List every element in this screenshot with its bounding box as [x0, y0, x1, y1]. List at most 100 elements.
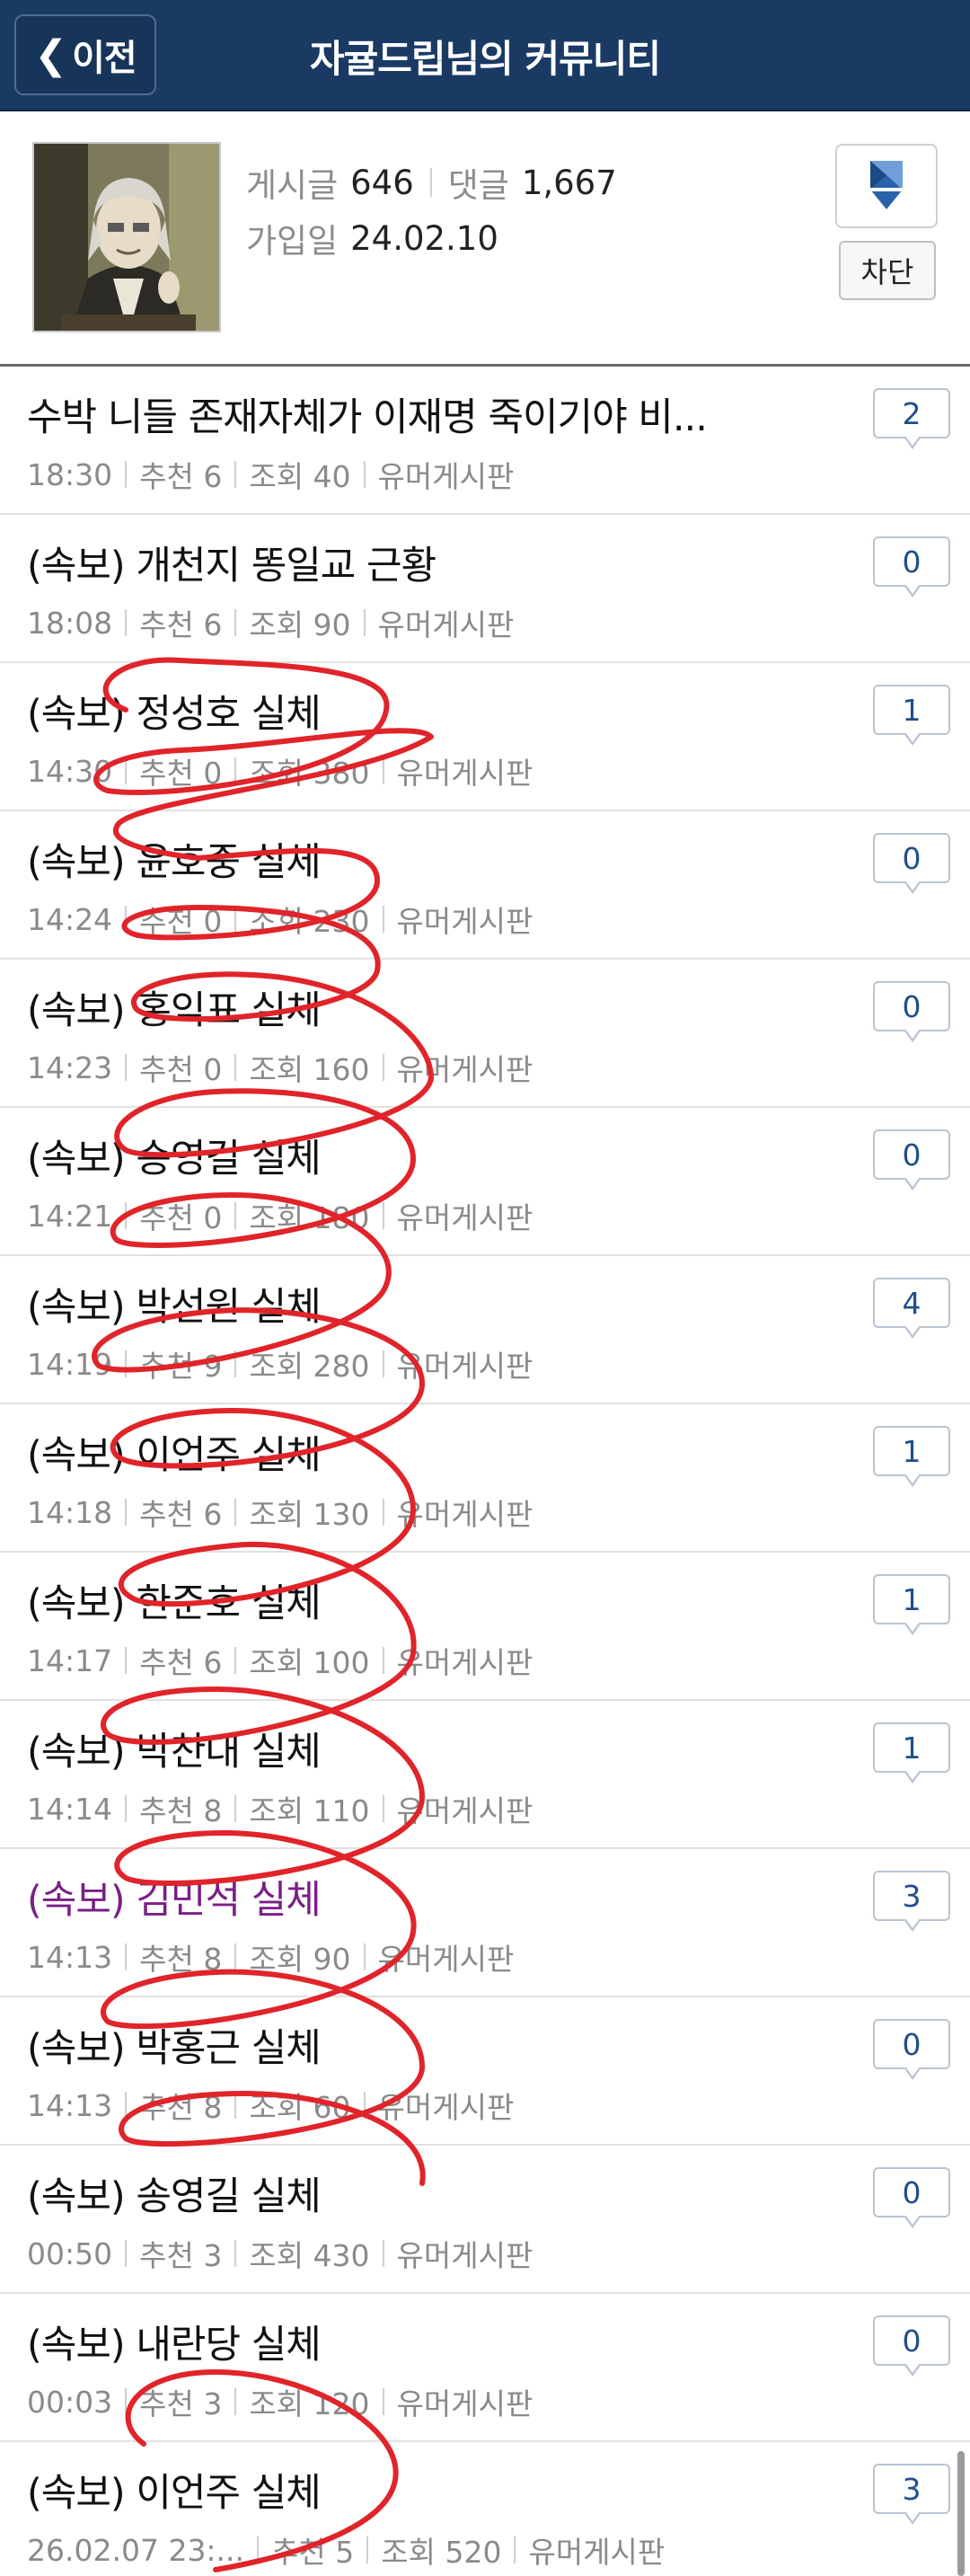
post-row[interactable]: (속보) 송영길 실체 00:50 추천 3 조회 430 유머게시판 0: [0, 2146, 970, 2294]
post-time: 14:23: [27, 1049, 113, 1085]
post-meta: 14:18 추천 6 조회 130 유머게시판: [27, 1491, 533, 1534]
post-meta: 00:03 추천 3 조회 120 유머게시판: [27, 2380, 533, 2423]
meta-divider: [363, 461, 366, 488]
post-meta: 18:30 추천 6 조회 40 유머게시판: [27, 453, 514, 496]
post-time: 14:30: [27, 753, 113, 789]
post-meta: 14:30 추천 0 조회 380 유머게시판: [27, 749, 533, 792]
post-title[interactable]: (속보) 김민석 실체: [27, 1869, 817, 1925]
post-title[interactable]: (속보) 윤호중 실체: [27, 831, 817, 887]
meta-divider: [125, 906, 128, 933]
comment-count-badge[interactable]: 1: [873, 1574, 950, 1635]
comment-count-badge[interactable]: 4: [873, 1278, 950, 1339]
post-title[interactable]: (속보) 한준호 실체: [27, 1572, 817, 1628]
posts-count: 646: [350, 163, 414, 202]
post-time: 18:30: [27, 456, 113, 492]
post-row[interactable]: (속보) 내란당 실체 00:03 추천 3 조회 120 유머게시판 0: [0, 2294, 970, 2442]
post-board: 유머게시판: [377, 459, 515, 494]
meta-divider: [234, 2388, 237, 2415]
badge-button[interactable]: [835, 144, 938, 228]
post-board: 유머게시판: [396, 904, 534, 939]
post-meta: 00:50 추천 3 조회 430 유머게시판: [27, 2232, 533, 2275]
comment-count-badge[interactable]: 1: [873, 1426, 950, 1487]
post-views: 조회 520: [381, 2535, 502, 2570]
post-board: 유머게시판: [396, 1645, 534, 1680]
scrollbar[interactable]: [957, 2451, 965, 2576]
post-title[interactable]: (속보) 박홍근 실체: [27, 2017, 817, 2073]
post-row[interactable]: (속보) 이언주 실체 14:18 추천 6 조회 130 유머게시판 1: [0, 1404, 970, 1553]
post-title[interactable]: (속보) 송영길 실체: [27, 2165, 817, 2221]
meta-divider: [234, 2240, 237, 2267]
post-row[interactable]: 수박 니들 존재자체가 이재명 죽이기야 비... 18:30 추천 6 조회 40 유…: [0, 367, 970, 515]
post-meta: 14:21 추천 0 조회 180 유머게시판: [27, 1194, 533, 1237]
meta-divider: [382, 1499, 384, 1526]
comment-count-badge[interactable]: 0: [873, 833, 950, 894]
comment-count-badge[interactable]: 0: [873, 2167, 950, 2228]
comments-label: 댓글: [447, 166, 509, 205]
post-time: 14:24: [27, 901, 113, 937]
post-board: 유머게시판: [377, 2090, 515, 2125]
post-row[interactable]: (속보) 박찬대 실체 14:14 추천 8 조회 110 유머게시판 1: [0, 1701, 970, 1849]
comment-count-badge[interactable]: 1: [873, 685, 950, 746]
comment-count-badge[interactable]: 3: [873, 1871, 950, 1932]
post-title[interactable]: (속보) 송영길 실체: [27, 1128, 817, 1183]
meta-divider: [382, 906, 384, 933]
post-views: 조회 90: [249, 1942, 351, 1977]
post-meta: 14:24 추천 0 조회 230 유머게시판: [27, 898, 533, 941]
post-title[interactable]: (속보) 홍익표 실체: [27, 979, 817, 1035]
post-row[interactable]: (속보) 윤호중 실체 14:24 추천 0 조회 230 유머게시판 0: [0, 811, 970, 960]
meta-divider: [234, 1943, 237, 1970]
comment-count-badge[interactable]: 0: [873, 2315, 950, 2377]
meta-divider: [234, 609, 237, 636]
comment-count-badge[interactable]: 0: [873, 536, 950, 598]
post-recommend: 추천 0: [139, 1200, 223, 1235]
post-meta: 14:17 추천 6 조회 100 유머게시판: [27, 1639, 533, 1682]
post-title[interactable]: (속보) 개천지 똥일교 근황: [27, 535, 817, 590]
post-recommend: 추천 0: [139, 1052, 223, 1087]
comment-count-badge[interactable]: 0: [873, 1129, 950, 1191]
meta-divider: [234, 1647, 237, 1674]
post-title[interactable]: (속보) 박선원 실체: [27, 1276, 817, 1332]
post-board: 유머게시판: [396, 2386, 534, 2421]
post-row[interactable]: (속보) 이언주 실체 26.02.07 23:... 추천 5 조회 520 유머게시…: [0, 2442, 970, 2576]
page-title: 자귤드립님의 커뮤니티: [309, 36, 661, 81]
divider: [429, 168, 432, 197]
back-button[interactable]: ❮ 이전: [14, 14, 156, 95]
post-row[interactable]: (속보) 개천지 똥일교 근황 18:08 추천 6 조회 90 유머게시판 0: [0, 515, 970, 663]
post-row[interactable]: (속보) 홍익표 실체 14:23 추천 0 조회 160 유머게시판 0: [0, 960, 970, 1108]
meta-divider: [382, 2240, 384, 2267]
post-row[interactable]: (속보) 송영길 실체 14:21 추천 0 조회 180 유머게시판 0: [0, 1108, 970, 1256]
post-title[interactable]: (속보) 이언주 실체: [27, 2462, 817, 2518]
post-meta: 14:23 추천 0 조회 160 유머게시판: [27, 1046, 533, 1089]
post-title[interactable]: (속보) 정성호 실체: [27, 683, 817, 739]
meta-divider: [382, 1350, 384, 1377]
comment-count-badge[interactable]: 0: [873, 2019, 950, 2080]
meta-divider: [125, 2388, 128, 2415]
meta-divider: [125, 1350, 128, 1377]
post-recommend: 추천 8: [139, 1793, 223, 1828]
post-title[interactable]: (속보) 이언주 실체: [27, 1424, 817, 1480]
meta-divider: [382, 1795, 384, 1822]
profile-stats: 게시글 646 댓글 1,667 가입일 24.02.10: [246, 155, 617, 266]
joined-date: 24.02.10: [350, 218, 498, 258]
post-title[interactable]: 수박 니들 존재자체가 이재명 죽이기야 비...: [27, 386, 817, 442]
comment-count-badge[interactable]: 3: [873, 2464, 950, 2525]
post-time: 14:13: [27, 1939, 113, 1975]
comment-count-badge[interactable]: 1: [873, 1722, 950, 1784]
post-board: 유머게시판: [377, 1942, 515, 1977]
post-row[interactable]: (속보) 박홍근 실체 14:13 추천 8 조회 60 유머게시판 0: [0, 1997, 970, 2146]
post-time: 14:18: [27, 1494, 113, 1530]
meta-divider: [382, 1202, 384, 1229]
post-title[interactable]: (속보) 내란당 실체: [27, 2314, 817, 2369]
avatar[interactable]: [32, 142, 221, 332]
block-button[interactable]: 차단: [839, 241, 936, 300]
post-row[interactable]: (속보) 김민석 실체 14:13 추천 8 조회 90 유머게시판 3: [0, 1849, 970, 1997]
post-meta: 14:13 추천 8 조회 60 유머게시판: [27, 2084, 514, 2127]
comment-count-badge[interactable]: 2: [873, 388, 950, 449]
post-row[interactable]: (속보) 한준호 실체 14:17 추천 6 조회 100 유머게시판 1: [0, 1553, 970, 1701]
post-board: 유머게시판: [528, 2535, 666, 2570]
comment-count-badge[interactable]: 0: [873, 981, 950, 1042]
post-title[interactable]: (속보) 박찬대 실체: [27, 1721, 817, 1776]
post-row[interactable]: (속보) 박선원 실체 14:19 추천 9 조회 280 유머게시판 4: [0, 1256, 970, 1404]
post-row[interactable]: (속보) 정성호 실체 14:30 추천 0 조회 380 유머게시판 1: [0, 663, 970, 811]
meta-divider: [514, 2536, 516, 2563]
